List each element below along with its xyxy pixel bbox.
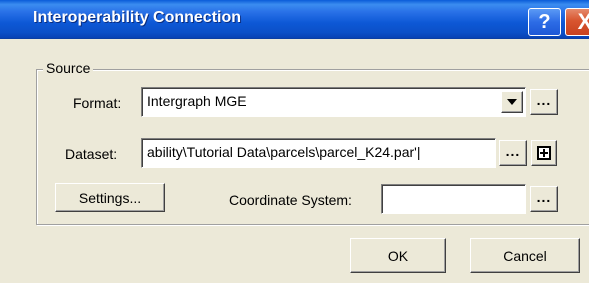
- settings-button[interactable]: Settings...: [55, 183, 165, 212]
- dataset-add-button[interactable]: [531, 140, 557, 166]
- format-value: Intergraph MGE: [147, 93, 247, 109]
- cancel-button-label: Cancel: [503, 247, 547, 264]
- dataset-input[interactable]: ability\Tutorial Data\parcels\parcel_K24…: [141, 138, 496, 168]
- format-browse-button[interactable]: ...: [530, 89, 558, 115]
- window-title: Interoperability Connection: [33, 9, 242, 26]
- settings-button-label: Settings...: [78, 189, 142, 206]
- help-icon: ?: [538, 10, 551, 33]
- coordinate-system-browse-button[interactable]: ...: [530, 186, 558, 212]
- format-label: Format:: [73, 95, 122, 111]
- ok-button[interactable]: OK: [350, 238, 446, 273]
- ellipsis-icon: ...: [536, 189, 552, 205]
- ok-button-label: OK: [387, 247, 409, 264]
- chevron-down-icon: [507, 99, 517, 105]
- source-group-label: Source: [43, 60, 94, 76]
- plus-box-icon: [537, 146, 551, 160]
- coordinate-system-input[interactable]: [381, 184, 526, 214]
- ellipsis-icon: ...: [536, 92, 552, 108]
- format-select[interactable]: Intergraph MGE: [141, 87, 526, 117]
- cancel-button[interactable]: Cancel: [470, 238, 580, 273]
- close-icon: X: [577, 9, 589, 34]
- dataset-label: Dataset:: [65, 146, 118, 162]
- dataset-value: ability\Tutorial Data\parcels\parcel_K24…: [147, 144, 421, 160]
- ellipsis-icon: ...: [505, 143, 521, 159]
- help-button[interactable]: ?: [528, 8, 561, 36]
- close-button[interactable]: X: [565, 8, 589, 36]
- title-bar: Interoperability Connection ? X: [0, 0, 589, 39]
- format-dropdown-button[interactable]: [501, 91, 523, 113]
- dataset-browse-button[interactable]: ...: [499, 140, 527, 166]
- coordinate-system-label: Coordinate System:: [229, 192, 352, 208]
